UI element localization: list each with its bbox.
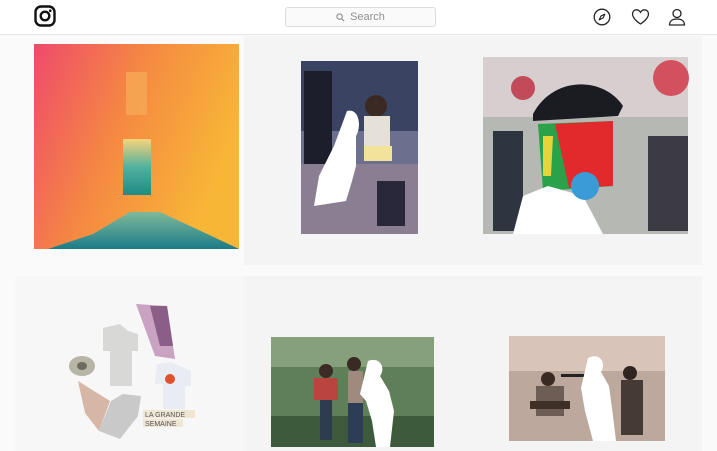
post-grid: LA GRANDE SEMAINE [15,36,702,451]
post-image [473,276,702,451]
collage-caption-line1: LA GRANDE [145,412,185,419]
post-tile[interactable] [473,36,702,265]
post-image [34,44,239,249]
search-placeholder: Search [350,11,385,23]
post-tile[interactable] [244,36,473,265]
profile-icon[interactable] [668,8,686,26]
post-image [244,276,473,451]
post-image [473,36,702,265]
heart-icon[interactable] [631,8,650,26]
post-tile[interactable] [473,276,702,451]
post-image [244,36,473,265]
collage-caption-line2: SEMAINE [145,421,177,428]
post-tile[interactable]: LA GRANDE SEMAINE [15,276,244,451]
post-image: LA GRANDE SEMAINE [15,276,244,451]
search-icon [336,12,345,21]
top-navigation-bar: Search [0,0,717,35]
search-input[interactable]: Search [285,7,436,27]
post-tile[interactable] [244,276,473,451]
compass-icon[interactable] [593,8,611,26]
post-tile[interactable] [15,36,244,265]
instagram-camera-icon[interactable] [34,5,56,27]
